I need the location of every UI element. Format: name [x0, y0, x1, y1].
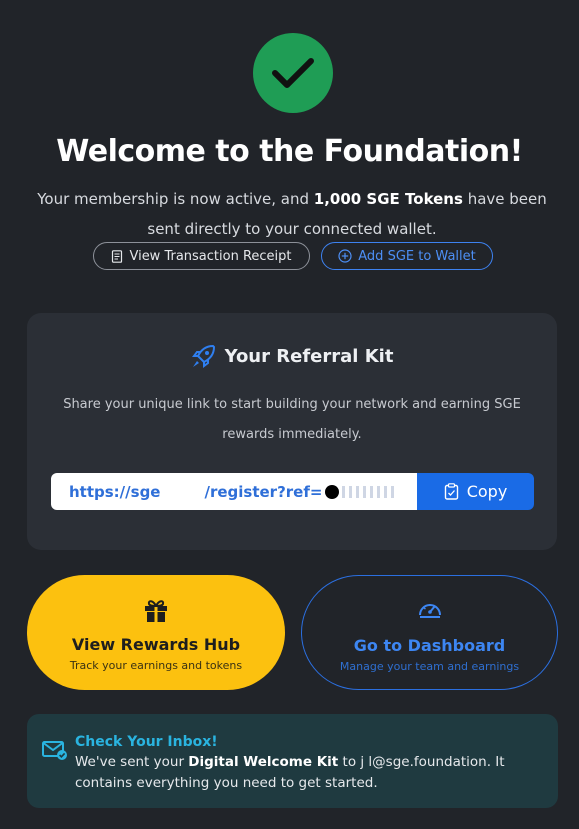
inbox-notice: Check Your Inbox! We've sent your Digita… [27, 714, 558, 808]
gift-icon [145, 600, 167, 622]
view-receipt-button[interactable]: View Transaction Receipt [93, 242, 310, 270]
view-rewards-hub-button[interactable]: View Rewards Hub Track your earnings and… [27, 575, 285, 690]
plus-circle-icon [338, 249, 352, 263]
copy-label: Copy [466, 482, 508, 501]
inbox-title: Check Your Inbox! [75, 734, 218, 750]
dashboard-sublabel: Manage your team and earnings [339, 660, 520, 673]
clipboard-icon [444, 483, 458, 500]
success-check-icon [253, 33, 333, 113]
dashboard-label: Go to Dashboard [353, 636, 506, 655]
referral-link-field[interactable]: https://sge /register?ref= [51, 473, 417, 510]
rocket-icon [191, 344, 215, 368]
referral-kit-card: Your Referral Kit Share your unique link… [27, 313, 557, 550]
receipt-icon [112, 249, 123, 263]
referral-kit-description: Share your unique link to start building… [63, 397, 521, 442]
add-to-wallet-button[interactable]: Add SGE to Wallet [321, 242, 493, 270]
mail-check-icon [42, 741, 67, 760]
referral-kit-heading: Your Referral Kit [27, 343, 557, 369]
referral-link-row: https://sge /register?ref= Copy [51, 473, 534, 510]
rewards-hub-label: View Rewards Hub [71, 635, 241, 654]
copy-link-button[interactable]: Copy [417, 473, 534, 510]
page-title: Welcome to the Foundation! [56, 134, 523, 169]
rewards-hub-sublabel: Track your earnings and tokens [69, 659, 243, 672]
view-receipt-label: View Transaction Receipt [129, 248, 292, 264]
go-to-dashboard-button[interactable]: Go to Dashboard Manage your team and ear… [301, 575, 558, 690]
membership-subtitle: Your membership is now active, and 1,000… [37, 190, 547, 238]
inbox-message: We've sent your Digital Welcome Kit to j… [75, 754, 505, 791]
speedometer-icon [418, 604, 441, 618]
add-to-wallet-label: Add SGE to Wallet [358, 248, 476, 264]
referral-kit-title: Your Referral Kit [224, 345, 394, 367]
